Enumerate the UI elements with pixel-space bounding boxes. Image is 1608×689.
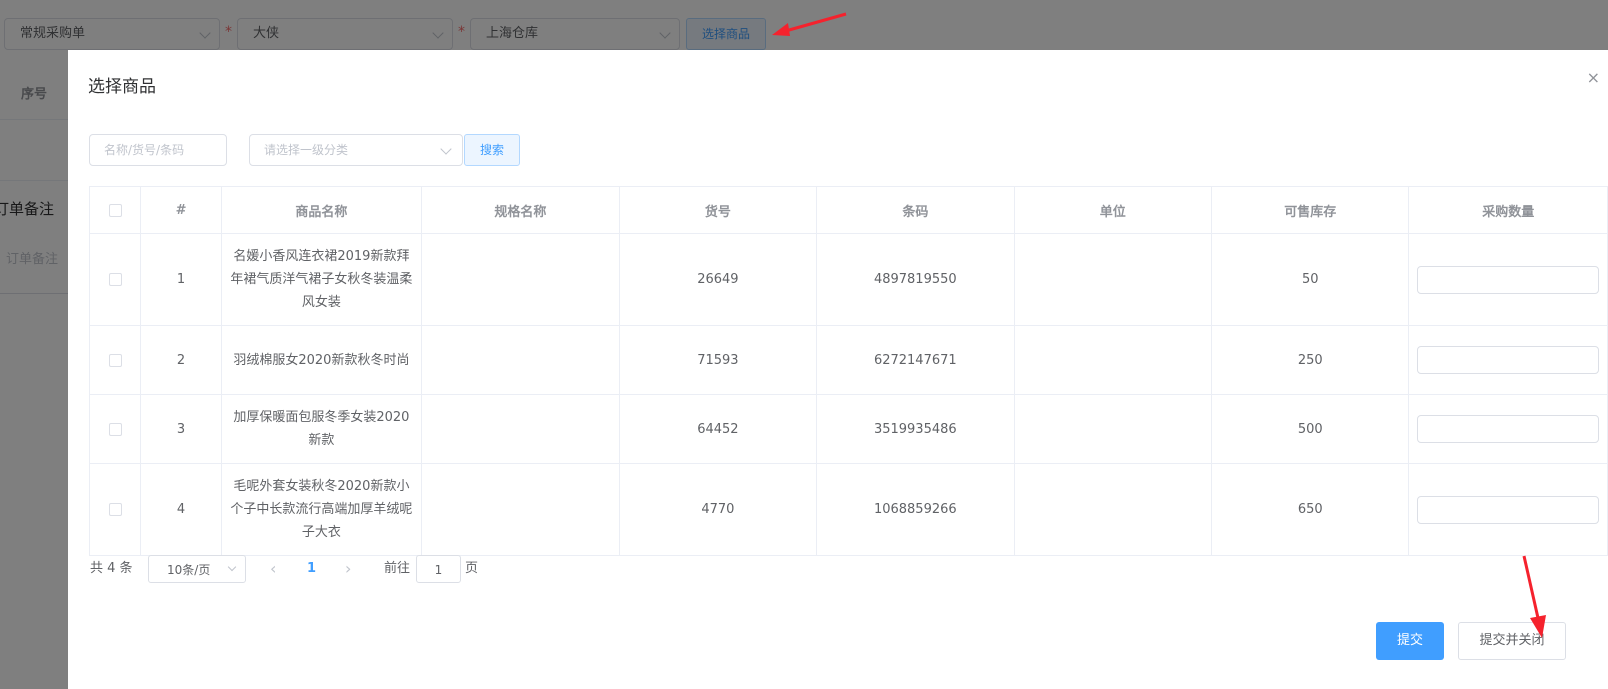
spec-name bbox=[421, 233, 620, 326]
stock: 50 bbox=[1210, 233, 1410, 326]
goto-label: 前往 bbox=[384, 561, 411, 576]
annotation-arrow-top bbox=[772, 12, 847, 36]
product-name: 名媛小香风连衣裙2019新款拜年裙气质洋气裙子女秋冬装温柔风女装 bbox=[220, 233, 423, 326]
row-checkbox[interactable] bbox=[108, 353, 122, 367]
table-row: 4 毛呢外套女装秋冬2020新款小个子中长款流行高端加厚羊绒呢子大衣 4770 … bbox=[88, 463, 1608, 556]
row-checkbox[interactable] bbox=[108, 273, 122, 286]
product-name: 加厚保暖面包服冬季女装2020新款 bbox=[220, 394, 423, 464]
keyword-search-input[interactable]: 名称/货号/条码 bbox=[89, 134, 227, 166]
sku: 64452 bbox=[618, 394, 818, 464]
row-index: 4 bbox=[140, 463, 222, 556]
next-page-icon[interactable]: › bbox=[345, 555, 351, 583]
stock: 500 bbox=[1210, 394, 1410, 464]
column-header: 可售库存 bbox=[1210, 186, 1410, 234]
row-index: 2 bbox=[140, 325, 222, 395]
barcode: 6272147671 bbox=[816, 325, 1015, 395]
row-index: 1 bbox=[140, 233, 222, 326]
table-row: 2 羽绒棉服女2020新款秋冬时尚 71593 6272147671 250 bbox=[88, 325, 1608, 395]
column-header: # bbox=[140, 186, 222, 234]
spec-name bbox=[421, 325, 620, 395]
purchase-qty-input[interactable] bbox=[1417, 346, 1599, 374]
spec-name bbox=[421, 463, 620, 556]
sku: 4770 bbox=[618, 463, 818, 556]
column-header: 采购数量 bbox=[1408, 186, 1608, 234]
spec-name bbox=[421, 394, 620, 464]
dialog-title: 选择商品 bbox=[88, 77, 156, 97]
column-header: 商品名称 bbox=[220, 186, 423, 234]
prev-page-icon[interactable]: ‹ bbox=[270, 555, 276, 583]
unit bbox=[1013, 463, 1213, 556]
page-size-value: 10条/页 bbox=[167, 563, 211, 577]
barcode: 3519935486 bbox=[816, 394, 1015, 464]
unit bbox=[1013, 325, 1213, 395]
barcode: 4897819550 bbox=[816, 233, 1015, 326]
close-icon[interactable]: × bbox=[1587, 68, 1600, 87]
sku: 26649 bbox=[618, 233, 818, 326]
annotation-arrow-bottom bbox=[1522, 555, 1546, 638]
select-all-cell bbox=[88, 186, 142, 234]
select-goods-dialog: 选择商品 × 名称/货号/条码 请选择一级分类 搜索 # 商品名称 规格名称 货… bbox=[68, 50, 1608, 689]
purchase-qty-input[interactable] bbox=[1417, 495, 1599, 524]
unit bbox=[1013, 233, 1213, 326]
category-select[interactable]: 请选择一级分类 bbox=[249, 134, 463, 166]
column-header: 条码 bbox=[816, 186, 1015, 234]
chevron-down-icon bbox=[227, 562, 237, 572]
goto-page-input[interactable]: 1 bbox=[416, 555, 461, 583]
select-all-checkbox[interactable] bbox=[108, 203, 122, 217]
purchase-qty-input[interactable] bbox=[1417, 415, 1599, 443]
category-placeholder: 请选择一级分类 bbox=[264, 143, 349, 157]
table-row: 3 加厚保暖面包服冬季女装2020新款 64452 3519935486 500 bbox=[88, 394, 1608, 464]
barcode: 1068859266 bbox=[816, 463, 1015, 556]
row-checkbox[interactable] bbox=[108, 422, 122, 436]
total-count: 共 4 条 bbox=[90, 561, 133, 576]
product-name: 羽绒棉服女2020新款秋冬时尚 bbox=[220, 325, 423, 395]
purchase-qty-input[interactable] bbox=[1417, 265, 1599, 294]
column-header: 单位 bbox=[1013, 186, 1213, 234]
column-header: 货号 bbox=[618, 186, 818, 234]
table-row: 1 名媛小香风连衣裙2019新款拜年裙气质洋气裙子女秋冬装温柔风女装 26649… bbox=[88, 233, 1608, 326]
column-header: 规格名称 bbox=[421, 186, 620, 234]
unit bbox=[1013, 394, 1213, 464]
search-button[interactable]: 搜索 bbox=[464, 134, 520, 166]
page-number-current[interactable]: 1 bbox=[307, 555, 316, 583]
table-header-row: # 商品名称 规格名称 货号 条码 单位 可售库存 采购数量 bbox=[88, 186, 1608, 234]
row-index: 3 bbox=[140, 394, 222, 464]
sku: 71593 bbox=[618, 325, 818, 395]
stock: 250 bbox=[1210, 325, 1410, 395]
row-checkbox[interactable] bbox=[108, 503, 122, 516]
stock: 650 bbox=[1210, 463, 1410, 556]
goto-suffix: 页 bbox=[465, 561, 479, 576]
page-size-select[interactable]: 10条/页 bbox=[148, 555, 246, 583]
goods-table: # 商品名称 规格名称 货号 条码 单位 可售库存 采购数量 1 名媛小香风连衣… bbox=[88, 186, 1608, 556]
product-name: 毛呢外套女装秋冬2020新款小个子中长款流行高端加厚羊绒呢子大衣 bbox=[220, 463, 423, 556]
submit-button[interactable]: 提交 bbox=[1376, 622, 1444, 660]
chevron-down-icon bbox=[440, 143, 452, 155]
